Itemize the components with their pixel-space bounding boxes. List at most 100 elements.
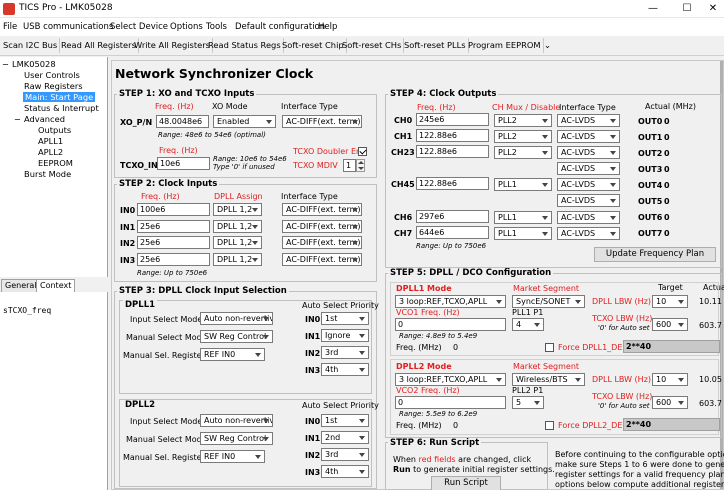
read-all-registers-button[interactable]: Read All Registers — [61, 38, 139, 53]
xo-freq-input[interactable]: 48.0048e6 — [156, 115, 209, 128]
ch23-iface-select[interactable]: AC-LVDS — [557, 146, 620, 159]
tree-item-apll2[interactable]: APLL2 — [38, 147, 63, 157]
ch5-iface-select[interactable]: AC-LVDS — [557, 194, 620, 207]
tree-item-status-interrupt[interactable]: Status & Interrupt — [24, 103, 99, 113]
close-button[interactable]: ✕ — [703, 2, 723, 16]
tree-item-advanced[interactable]: Advanced — [24, 114, 65, 124]
ch7-iface-select[interactable]: AC-LVDS — [557, 227, 620, 240]
menu-file[interactable]: File — [3, 22, 17, 32]
toolbar-overflow-icon[interactable]: ⌄ — [544, 38, 553, 53]
tree-item-burst-mode[interactable]: Burst Mode — [24, 169, 71, 179]
ch7-mux-select[interactable]: PLL1 — [494, 227, 552, 240]
in1-freq-input[interactable]: 25e6 — [137, 220, 210, 233]
menu-default-configuration[interactable]: Default configuration — [235, 22, 325, 32]
ch23-mux-select[interactable]: PLL2 — [494, 146, 552, 159]
dpll1-prio-in0-select[interactable]: 1st — [321, 312, 369, 325]
dpll2-den-input[interactable]: 2**40 — [623, 418, 720, 431]
maximize-button[interactable]: ☐ — [677, 2, 697, 16]
run-script-button[interactable]: Run Script — [431, 476, 501, 490]
pll2-p1-select[interactable]: 5 — [512, 396, 544, 409]
in3-iface-select[interactable]: AC-DIFF(ext. term) — [282, 253, 362, 266]
in0-iface-select[interactable]: AC-DIFF(ext. term) — [282, 203, 362, 216]
update-frequency-plan-button[interactable]: Update Frequency Plan — [594, 247, 716, 262]
tab-general[interactable]: General — [1, 279, 41, 292]
soft-reset-chs-button[interactable]: Soft-reset CHs — [342, 38, 405, 53]
ch6-freq-input[interactable]: 297e6 — [416, 210, 489, 223]
dpll2-prio-in0-select[interactable]: 1st — [321, 414, 369, 427]
tcxo-doubler-checkbox[interactable] — [358, 147, 367, 156]
in3-freq-input[interactable]: 25e6 — [137, 253, 210, 266]
pll1-p1-select[interactable]: 4 — [512, 318, 544, 331]
ch45-iface-select[interactable]: AC-LVDS — [557, 178, 620, 191]
tree-item-eeprom[interactable]: EEPROM — [38, 158, 73, 168]
in0-freq-input[interactable]: 100e6 — [137, 203, 210, 216]
tree-item-main-start-page[interactable]: Main: Start Page — [23, 92, 96, 102]
dpll1-manual-reg-select[interactable]: REF IN0 — [200, 348, 265, 361]
in2-freq-input[interactable]: 25e6 — [137, 236, 210, 249]
dpll1-input-mode-select[interactable]: Auto non-revertive — [200, 312, 273, 325]
menu-select-device[interactable]: Select Device — [110, 22, 168, 32]
force-dpll1-den-checkbox[interactable] — [545, 343, 554, 352]
dpll1-tcxo-lbw-select[interactable]: 600 — [652, 318, 688, 331]
ch1-iface-select[interactable]: AC-LVDS — [557, 130, 620, 143]
ch0-mux-select[interactable]: PLL2 — [494, 114, 552, 127]
in1-dpll-select[interactable]: DPLL 1,2 — [213, 220, 262, 233]
tree-item-user-controls[interactable]: User Controls — [24, 70, 80, 80]
dpll1-prio-in2-select[interactable]: 3rd — [321, 346, 369, 359]
soft-reset-chip-button[interactable]: Soft-reset Chip — [282, 38, 347, 53]
tcxo-mdiv-input[interactable]: 1 — [343, 159, 356, 172]
ch45-mux-select[interactable]: PLL1 — [494, 178, 552, 191]
read-status-regs-button[interactable]: Read Status Regs — [208, 38, 284, 53]
ch6-iface-select[interactable]: AC-LVDS — [557, 211, 620, 224]
soft-reset-plls-button[interactable]: Soft-reset PLLs — [404, 38, 469, 53]
ch1-mux-select[interactable]: PLL2 — [494, 130, 552, 143]
ch0-freq-input[interactable]: 245e6 — [416, 113, 489, 126]
dpll1-market-select[interactable]: SyncE/SONET — [512, 295, 585, 308]
dpll2-input-mode-select[interactable]: Auto non-revertive — [200, 414, 273, 427]
in2-dpll-select[interactable]: DPLL 1,2 — [213, 236, 262, 249]
ch45-freq-input[interactable]: 122.88e6 — [416, 177, 489, 190]
dpll1-prio-in3-select[interactable]: 4th — [321, 363, 369, 376]
dpll2-manual-reg-select[interactable]: REF IN0 — [200, 450, 265, 463]
ch1-freq-input[interactable]: 122.88e6 — [416, 129, 489, 142]
dpll2-tcxo-lbw-select[interactable]: 600 — [652, 396, 688, 409]
xo-mode-select[interactable]: Enabled — [213, 115, 276, 128]
tree-item-apll1[interactable]: APLL1 — [38, 136, 63, 146]
dpll2-prio-in3-select[interactable]: 4th — [321, 465, 369, 478]
vco2-freq-input[interactable]: 0 — [395, 396, 506, 409]
in2-iface-select[interactable]: AC-DIFF(ext. term) — [282, 236, 362, 249]
ch3-iface-select[interactable]: AC-LVDS — [557, 162, 620, 175]
dpll1-mode-select[interactable]: 3 loop:REF,TCXO,APLL — [395, 295, 506, 308]
dpll1-den-input[interactable]: 2**40 — [623, 340, 720, 353]
xo-iface-select[interactable]: AC-DIFF(ext. term) — [282, 115, 362, 128]
dpll1-prio-in1-select[interactable]: Ignore — [321, 329, 369, 342]
menu-options[interactable]: Options — [170, 22, 203, 32]
menu-help[interactable]: Help — [318, 22, 337, 32]
in0-dpll-select[interactable]: DPLL 1,2 — [213, 203, 262, 216]
write-all-registers-button[interactable]: Write All Registers — [134, 38, 213, 53]
dpll2-mode-select[interactable]: 3 loop:REF,TCXO,APLL — [395, 373, 506, 386]
tcxo-freq-input[interactable]: 10e6 — [157, 157, 210, 170]
dpll1-lbw-select[interactable]: 10 — [652, 295, 688, 308]
tree-item-lmk05028[interactable]: LMK05028 — [12, 59, 56, 69]
tree-collapse-icon[interactable]: − — [2, 59, 9, 69]
tab-context[interactable]: Context — [36, 279, 76, 292]
force-dpll2-den-checkbox[interactable] — [545, 421, 554, 430]
minimize-button[interactable]: — — [643, 2, 663, 16]
dpll1-manual-mode-select[interactable]: SW Reg Control — [200, 330, 273, 343]
tcxo-mdiv-spinner[interactable] — [356, 159, 365, 172]
program-eeprom-button[interactable]: Program EEPROM — [468, 38, 544, 53]
dpll2-lbw-select[interactable]: 10 — [652, 373, 688, 386]
menu-usb-communications[interactable]: USB communications — [23, 22, 113, 32]
in1-iface-select[interactable]: AC-DIFF(ext. term) — [282, 220, 362, 233]
menu-tools[interactable]: Tools — [206, 22, 227, 32]
dpll2-manual-mode-select[interactable]: SW Reg Control — [200, 432, 273, 445]
scan-i2c-bus-button[interactable]: Scan I2C Bus — [3, 38, 61, 53]
in3-dpll-select[interactable]: DPLL 1,2 — [213, 253, 262, 266]
dpll2-prio-in1-select[interactable]: 2nd — [321, 431, 369, 444]
tree-item-raw-registers[interactable]: Raw Registers — [24, 81, 83, 91]
tree-item-outputs[interactable]: Outputs — [38, 125, 71, 135]
tree-collapse-advanced-icon[interactable]: − — [14, 114, 21, 124]
ch0-iface-select[interactable]: AC-LVDS — [557, 114, 620, 127]
vco1-freq-input[interactable]: 0 — [395, 318, 506, 331]
